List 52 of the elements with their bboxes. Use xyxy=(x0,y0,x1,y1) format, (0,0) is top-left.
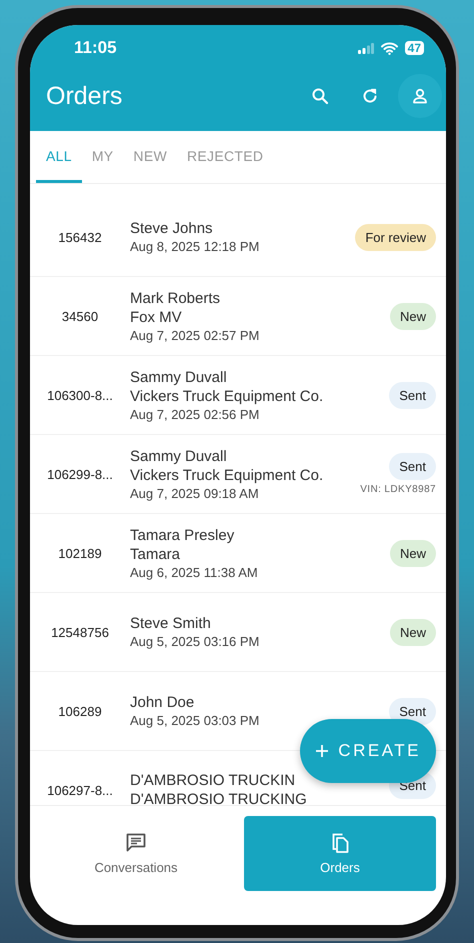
status-badge: New xyxy=(390,302,436,330)
status-time: 11:05 xyxy=(74,38,117,58)
order-row[interactable]: 156432 Steve Johns Aug 8, 2025 12:18 PM For review xyxy=(30,198,446,277)
order-date: Aug 5, 2025 03:16 PM xyxy=(130,634,260,649)
customer-name: Steve Johns xyxy=(130,220,213,237)
vin-label: VIN: LDKY8987 xyxy=(360,484,436,495)
status-badge: New xyxy=(390,618,436,646)
order-row[interactable]: 106299-8... Sammy Duvall Vickers Truck Equipment Co. Aug 7, 2025 09:18 AM Sent VIN: LDKY8987 xyxy=(30,435,446,514)
order-row[interactable]: 34560 Mark Roberts Fox MV Aug 7, 2025 02:57 PM New xyxy=(30,277,446,356)
order-row[interactable]: 102189 Tamara Presley Tamara Aug 6, 2025 11:38 AM New xyxy=(30,514,446,593)
plus-icon xyxy=(315,744,330,758)
order-date: Aug 8, 2025 12:18 PM xyxy=(130,239,260,254)
order-number: 106300-8... xyxy=(46,388,114,402)
chat-icon xyxy=(125,832,147,854)
wifi-icon xyxy=(380,42,398,54)
order-number: 34560 xyxy=(60,308,100,324)
customer-name: D'AMBROSIO TRUCKIN xyxy=(130,772,296,789)
order-date: Aug 7, 2025 09:18 AM xyxy=(130,486,259,500)
customer-name: Sammy Duvall xyxy=(130,448,227,464)
battery-level: 47 xyxy=(404,41,424,55)
customer-name: Steve Smith xyxy=(130,615,211,632)
order-number: 106289 xyxy=(57,704,103,718)
customer-name: Mark Roberts xyxy=(130,290,220,306)
order-row[interactable]: 106300-8... Sammy Duvall Vickers Truck Equipment Co. Aug 7, 2025 02:56 PM Sent xyxy=(30,356,446,435)
order-number: 12548756 xyxy=(50,624,110,640)
page-title: Orders xyxy=(46,82,122,110)
customer-name: Tamara Presley xyxy=(130,526,234,544)
customer-name: John Doe xyxy=(130,694,194,711)
status-badge: Sent xyxy=(389,382,436,408)
order-number: 106297-8... xyxy=(46,782,114,798)
customer-name: Tamara xyxy=(130,546,180,562)
refresh-icon xyxy=(361,87,379,105)
customer-name: Vickers Truck Equipment Co. xyxy=(130,466,324,484)
customer-name: Vickers Truck Equipment Co. xyxy=(130,388,324,404)
order-date: Aug 7, 2025 02:56 PM xyxy=(130,406,260,422)
order-number: 102189 xyxy=(57,546,103,560)
status-badge: For review xyxy=(355,224,436,250)
status-badge: Sent xyxy=(389,453,436,480)
signal-icon xyxy=(358,42,374,54)
customer-name: Fox MV xyxy=(130,308,182,326)
order-row[interactable]: 12548756 Steve Smith Aug 5, 2025 03:16 PM New xyxy=(30,593,446,672)
order-number: 156432 xyxy=(57,230,103,244)
person-icon xyxy=(411,87,429,105)
search-icon xyxy=(311,87,329,105)
customer-name: D'AMBROSIO TRUCKING xyxy=(130,791,307,805)
order-number: 106299-8... xyxy=(46,466,114,482)
profile-button[interactable] xyxy=(398,74,442,118)
customer-name: Sammy Duvall xyxy=(130,368,227,386)
order-date: Aug 5, 2025 03:03 PM xyxy=(130,713,260,728)
status-badge: New xyxy=(390,540,436,566)
order-date: Aug 6, 2025 11:38 AM xyxy=(130,564,258,580)
order-date: Aug 7, 2025 02:57 PM xyxy=(130,328,260,342)
